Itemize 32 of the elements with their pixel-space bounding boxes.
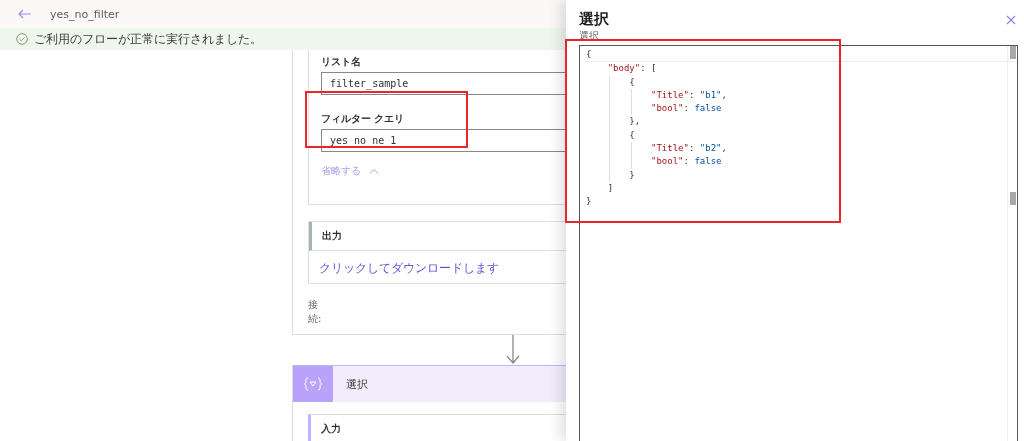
card-header[interactable]: 選択 [293, 366, 567, 402]
input-field[interactable]: filter_sample [321, 72, 566, 95]
field-label: リスト名 [321, 55, 361, 69]
chevron-up-icon[interactable] [369, 168, 379, 174]
panel-title: 選択 [579, 10, 609, 29]
code-editor[interactable]: { "body": [ { "Title": "b1", "bool": false }, { "Title": "b2", "bool": false } ] } [579, 45, 1018, 441]
success-message: ご利用のフローが正常に実行されました。 [34, 30, 262, 48]
code-line: "Title": "b1", [650, 89, 727, 100]
section-title: 入力 [321, 422, 341, 436]
download-link[interactable]: クリックしてダウンロードします [319, 261, 499, 275]
check-circle-icon [16, 33, 28, 45]
code-line: "body": [ [606, 63, 657, 74]
code-line: }, [628, 116, 641, 127]
code-line: } [628, 169, 635, 180]
input-field[interactable]: yes_no ne 1 [321, 129, 566, 152]
card-title: 選択 [346, 376, 368, 392]
code-line: { [628, 76, 635, 87]
code-line: "bool": false [650, 156, 722, 167]
section-title: 出力 [322, 229, 342, 243]
field-label: フィルター クエリ [321, 112, 405, 126]
flow-title: yes_no_filter [50, 7, 120, 21]
connection-label: 接続: [308, 298, 323, 326]
code-line: { [628, 129, 635, 140]
back-arrow-icon[interactable] [18, 9, 32, 19]
close-icon[interactable] [1006, 14, 1016, 25]
code-line: "Title": "b2", [650, 143, 727, 154]
down-arrow-icon [505, 335, 521, 365]
code-line: } [586, 196, 592, 207]
scrollbar[interactable] [1007, 46, 1017, 441]
code-line: { [586, 49, 592, 59]
code-line: ] [606, 182, 614, 193]
code-line: "bool": false [650, 103, 722, 114]
